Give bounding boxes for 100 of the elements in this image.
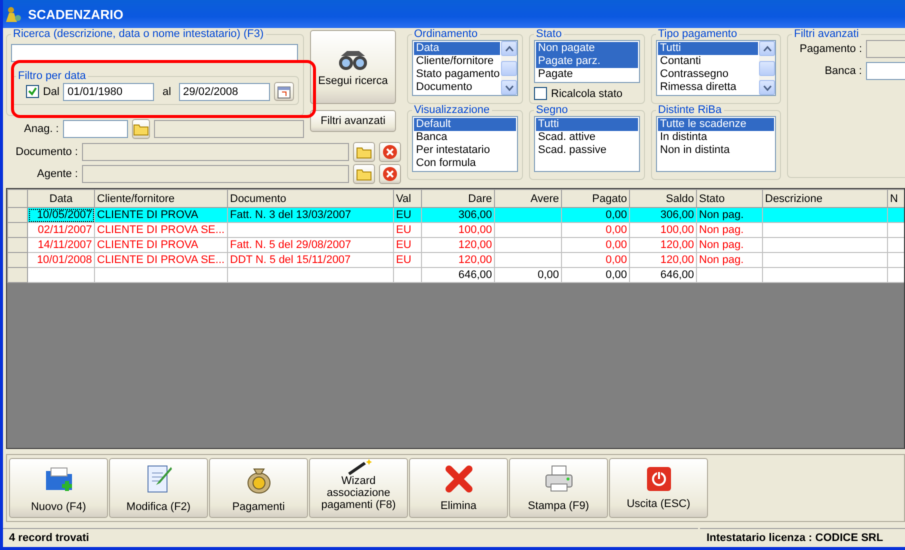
clear-button[interactable]	[379, 142, 401, 162]
column-header[interactable]: Saldo	[630, 190, 696, 208]
table-cell	[494, 238, 562, 252]
list-item[interactable]: Cliente/fornitore	[414, 55, 500, 68]
list-item[interactable]: Contanti	[658, 55, 758, 68]
browse-button[interactable]	[353, 164, 375, 184]
toolbar-button[interactable]: Elimina	[409, 458, 508, 518]
folder-icon	[132, 122, 149, 136]
scroll-down-icon[interactable]	[504, 84, 514, 90]
bank-label: Banca :	[824, 65, 862, 77]
payment-field[interactable]	[866, 40, 905, 58]
list-item[interactable]: Pagate parz.	[536, 55, 638, 68]
power-icon	[646, 466, 672, 492]
column-header[interactable]: Dare	[422, 190, 494, 208]
table-cell: 120,00	[630, 238, 696, 252]
calendar-button[interactable]	[274, 82, 294, 101]
option-list[interactable]: Default Banca Per intestatario Con formula	[412, 116, 518, 172]
column-header[interactable]: Descrizione	[762, 190, 888, 208]
bank-field[interactable]	[866, 62, 905, 80]
agent-field[interactable]	[82, 165, 349, 183]
from-date-field[interactable]: 01/01/1980	[63, 82, 154, 100]
column-header[interactable]: Stato	[696, 190, 762, 208]
column-header[interactable]: Documento	[228, 190, 394, 208]
document-field[interactable]	[82, 143, 349, 161]
list-item[interactable]: In distinta	[658, 131, 774, 144]
group-legend: Filtro per data	[16, 70, 88, 82]
option-list[interactable]: Non pagate Pagate parz. Pagate	[534, 40, 640, 83]
toolbar-button[interactable]: Wizard associazione pagamenti (F8)	[309, 458, 408, 518]
column-header[interactable]: Cliente/fornitore	[94, 190, 228, 208]
toolbar-button[interactable]: Uscita (ESC)	[609, 458, 708, 518]
table-cell: 02/11/2007	[28, 222, 94, 238]
total-cell: 0,00	[494, 268, 562, 282]
column-header[interactable]: Pagato	[562, 190, 630, 208]
folder-icon	[356, 167, 372, 181]
list-item[interactable]: Tutti	[536, 118, 638, 131]
status-text: 4 record trovati	[3, 528, 698, 547]
list-item[interactable]: Non in distinta	[658, 144, 774, 157]
delete-cross-icon	[444, 464, 474, 494]
list-item[interactable]: Scad. passive	[536, 144, 638, 157]
folder-icon	[356, 145, 372, 159]
option-list[interactable]: Tutte le scadenze In distinta Non in distinta	[656, 116, 776, 172]
date-filter-checkbox[interactable]	[26, 85, 39, 98]
document-label: Documento :	[14, 146, 78, 158]
table-cell: 0,00	[562, 252, 630, 268]
column-header[interactable]: Val	[394, 190, 422, 208]
anag-name-field[interactable]	[154, 120, 304, 138]
toolbar-button[interactable]: Nuovo (F4)	[9, 458, 108, 518]
list-item[interactable]: Contrassegno	[658, 68, 758, 81]
list-item[interactable]: Default	[414, 118, 516, 131]
scroll-up-icon[interactable]	[762, 46, 772, 52]
option-list[interactable]: Data Cliente/fornitore Stato pagamento Documento	[412, 40, 518, 96]
table-cell: CLIENTE DI PROVA	[94, 208, 228, 222]
clear-button[interactable]	[379, 164, 401, 184]
group-legend: Filtri avanzati	[792, 28, 861, 40]
list-item[interactable]: Data	[414, 42, 500, 55]
table-cell: 120,00	[630, 252, 696, 268]
option-list[interactable]: Tutti Contanti Contrassegno Rimessa diretta	[656, 40, 776, 96]
table-cell	[494, 222, 562, 238]
list-item[interactable]: Con formula	[414, 157, 516, 170]
anag-field[interactable]	[62, 120, 128, 138]
list-item[interactable]: Non pagate	[536, 42, 638, 55]
column-header[interactable]: Avere	[494, 190, 562, 208]
scroll-down-icon[interactable]	[762, 84, 772, 90]
table-cell: EU	[394, 208, 422, 222]
list-item[interactable]: Tutti	[658, 42, 758, 55]
list-item[interactable]: Tutte le scadenze	[658, 118, 774, 131]
printer-icon	[542, 464, 574, 494]
group-legend: Distinte RiBa	[656, 104, 724, 116]
table-cell: Non pag.	[696, 208, 762, 222]
table-cell	[494, 208, 562, 222]
table-cell: Non pag.	[696, 252, 762, 268]
column-header[interactable]: N	[888, 190, 904, 208]
advanced-filters-button[interactable]: Filtri avanzati	[310, 110, 396, 132]
scrollbar[interactable]	[501, 41, 517, 95]
group-legend: Tipo pagamento	[656, 28, 740, 40]
list-item[interactable]: Scad. attive	[536, 131, 638, 144]
list-item[interactable]: Pagate	[536, 68, 638, 81]
recalc-checkbox[interactable]	[534, 87, 547, 100]
toolbar-button[interactable]: Modifica (F2)	[109, 458, 208, 518]
table-cell: EU	[394, 252, 422, 268]
list-item[interactable]: Stato pagamento	[414, 68, 500, 81]
list-item[interactable]: Per intestatario	[414, 144, 516, 157]
list-item[interactable]: Rimessa diretta	[658, 81, 758, 94]
browse-button[interactable]	[353, 142, 375, 162]
toolbar-button[interactable]: Stampa (F9)	[509, 458, 608, 518]
table-cell: 0,00	[562, 238, 630, 252]
list-item[interactable]: Documento	[414, 81, 500, 94]
list-item[interactable]: Banca	[414, 131, 516, 144]
browse-button[interactable]	[132, 119, 150, 139]
search-button[interactable]: Esegui ricerca	[310, 30, 396, 104]
toolbar-button[interactable]: Pagamenti	[209, 458, 308, 518]
option-list[interactable]: Tutti Scad. attive Scad. passive	[534, 116, 640, 172]
column-header[interactable]: Data	[28, 190, 94, 208]
table-cell: 10/05/2007	[28, 208, 94, 222]
group-legend: Segno	[534, 104, 570, 116]
group-legend: Ordinamento	[412, 28, 480, 40]
table-cell: 0,00	[562, 208, 630, 222]
to-date-field[interactable]: 29/02/2008	[179, 82, 270, 100]
scrollbar[interactable]	[759, 41, 775, 95]
scroll-up-icon[interactable]	[504, 46, 514, 52]
